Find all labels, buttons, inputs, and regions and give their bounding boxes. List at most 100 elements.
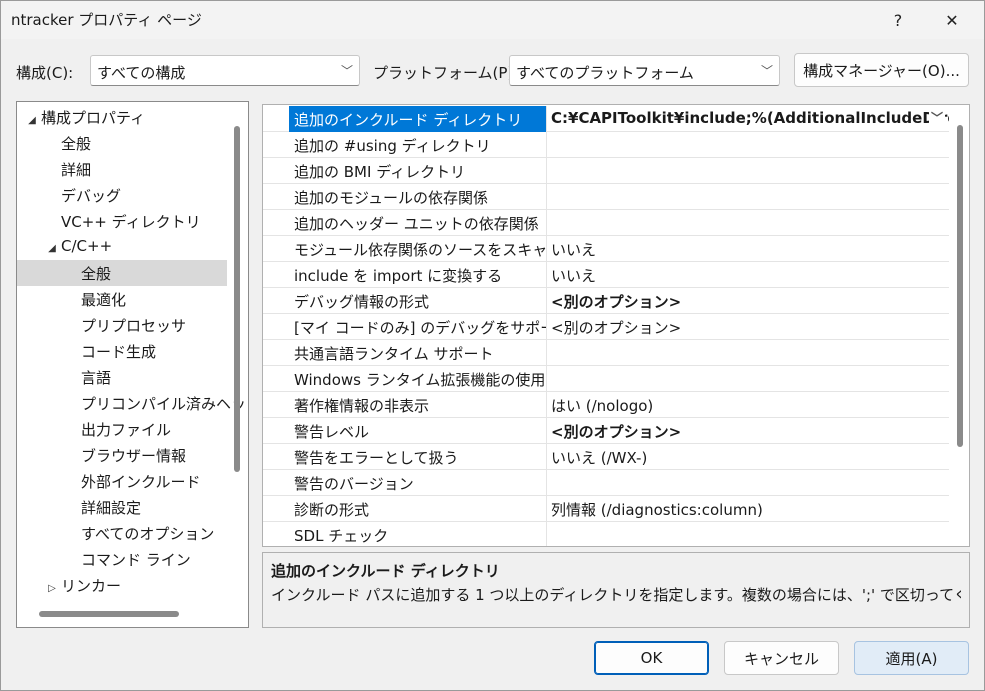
apply-button[interactable]: 適用(A)	[854, 641, 969, 675]
tree-item[interactable]: 言語	[17, 364, 227, 390]
tree-item[interactable]: ▷ リンカー	[17, 572, 227, 598]
collapse-arrow-icon[interactable]: ◢	[43, 243, 61, 254]
tree-item-label: コマンド ライン	[81, 551, 191, 569]
tree-item[interactable]: すべてのオプション	[17, 520, 227, 546]
property-row[interactable]: デバッグ情報の形式 <別のオプション>	[263, 288, 949, 314]
property-value[interactable]	[547, 210, 949, 236]
property-value[interactable]	[547, 522, 949, 546]
property-value[interactable]: はい (/nologo)	[547, 392, 949, 418]
property-name: 警告をエラーとして扱う	[289, 444, 547, 470]
property-value[interactable]	[547, 340, 949, 366]
property-value[interactable]: <別のオプション>	[547, 288, 949, 314]
tree-item[interactable]: 全般	[17, 260, 227, 286]
expand-arrow-icon[interactable]: ▷	[43, 583, 61, 594]
property-value[interactable]	[547, 158, 949, 184]
platform-select-value: すべてのプラットフォーム	[516, 64, 694, 82]
property-row[interactable]: 追加のヘッダー ユニットの依存関係	[263, 210, 949, 236]
title-bar: ntracker プロパティ ページ ? ✕	[1, 1, 984, 39]
property-value[interactable]: C:¥CAPIToolkit¥include;%(AdditionalInclu…	[547, 106, 949, 132]
tree-item[interactable]: 出力ファイル	[17, 416, 227, 442]
property-row[interactable]: モジュール依存関係のソースをスキャンすいいえ	[263, 236, 949, 262]
tree-item-label: ブラウザー情報	[81, 447, 187, 465]
platform-label: プラットフォーム(P):	[373, 64, 519, 82]
tree-item[interactable]: 詳細	[17, 156, 227, 182]
property-name: SDL チェック	[289, 522, 547, 546]
property-value[interactable]	[547, 184, 949, 210]
tree-item-label: VC++ ディレクトリ	[61, 213, 201, 231]
tree-item[interactable]: デバッグ	[17, 182, 227, 208]
tree-item[interactable]: コマンド ライン	[17, 546, 227, 572]
property-value[interactable]: いいえ	[547, 236, 949, 262]
property-row[interactable]: Windows ランタイム拡張機能の使用	[263, 366, 949, 392]
chevron-down-icon: ﹀	[760, 64, 773, 78]
property-row[interactable]: [マイ コードのみ] のデバッグをサポートす<別のオプション>	[263, 314, 949, 340]
cancel-button[interactable]: キャンセル	[724, 641, 839, 675]
property-row[interactable]: SDL チェック	[263, 522, 949, 546]
property-grid[interactable]: 追加のインクルード ディレクトリ C:¥CAPIToolkit¥include;%…	[262, 104, 970, 547]
property-name: 警告のバージョン	[289, 470, 547, 496]
property-row[interactable]: include を import に変換する いいえ	[263, 262, 949, 288]
tree-item[interactable]: 最適化	[17, 286, 227, 312]
property-row[interactable]: 警告をエラーとして扱う いいえ (/WX-)	[263, 444, 949, 470]
property-row[interactable]: 追加の #using ディレクトリ	[263, 132, 949, 158]
property-row[interactable]: 追加の BMI ディレクトリ	[263, 158, 949, 184]
tree-item[interactable]: プリコンパイル済みヘッ	[17, 390, 246, 416]
chevron-down-icon[interactable]: ﹀	[929, 109, 945, 128]
chevron-down-icon: ﹀	[340, 64, 353, 78]
tree-item[interactable]: 詳細設定	[17, 494, 227, 520]
close-button[interactable]: ✕	[929, 1, 975, 39]
property-value[interactable]: いいえ (/WX-)	[547, 444, 949, 470]
tree-item[interactable]: プリプロセッサ	[17, 312, 227, 338]
tree-item-label: 全般	[81, 265, 112, 283]
property-row[interactable]: 警告レベル <別のオプション>	[263, 418, 949, 444]
tree-vertical-scrollbar[interactable]	[234, 126, 240, 472]
configuration-manager-button[interactable]: 構成マネージャー(O)...	[794, 53, 969, 87]
tree-item[interactable]: ◢ C/C++	[17, 234, 227, 260]
property-value-text: <別のオプション>	[551, 319, 682, 337]
property-row[interactable]: 著作権情報の非表示 はい (/nologo)	[263, 392, 949, 418]
description-panel: 追加のインクルード ディレクトリ インクルード パスに追加する 1 つ以上のディ…	[262, 552, 970, 628]
property-row[interactable]: 警告のバージョン	[263, 470, 949, 496]
collapse-arrow-icon[interactable]: ◢	[23, 115, 41, 126]
tree-item[interactable]: ◢ 構成プロパティ	[17, 104, 227, 130]
tree-horizontal-scrollbar[interactable]	[39, 611, 179, 617]
help-button[interactable]: ?	[875, 1, 921, 39]
tree-item-label: すべてのオプション	[81, 525, 215, 543]
property-row[interactable]: 追加のインクルード ディレクトリ C:¥CAPIToolkit¥include;%…	[263, 106, 949, 132]
ok-button[interactable]: OK	[594, 641, 709, 675]
tree-item[interactable]: ブラウザー情報	[17, 442, 227, 468]
property-value[interactable]	[547, 366, 949, 392]
grid-vertical-scrollbar[interactable]	[957, 125, 963, 447]
tree-item-label: C/C++	[61, 237, 113, 255]
property-value[interactable]: いいえ	[547, 262, 949, 288]
configuration-row: 構成(C): すべての構成 ﹀ プラットフォーム(P): すべてのプラットフォー…	[1, 53, 984, 87]
tree-item-label: 出力ファイル	[81, 421, 172, 439]
description-title: 追加のインクルード ディレクトリ	[271, 562, 500, 580]
property-value[interactable]	[547, 132, 949, 158]
property-name: デバッグ情報の形式	[289, 288, 547, 314]
tree-item-label: 構成プロパティ	[41, 109, 146, 127]
tree-item[interactable]: 外部インクルード	[17, 468, 227, 494]
tree-item[interactable]: コード生成	[17, 338, 227, 364]
tree-item[interactable]: 全般	[17, 130, 227, 156]
property-name: 警告レベル	[289, 418, 547, 444]
property-value[interactable]	[547, 470, 949, 496]
platform-select[interactable]: すべてのプラットフォーム ﹀	[509, 55, 780, 86]
tree-item-label: 全般	[61, 135, 92, 153]
property-value-text: <別のオプション>	[551, 423, 682, 441]
property-name: 著作権情報の非表示	[289, 392, 547, 418]
property-row[interactable]: 共通言語ランタイム サポート	[263, 340, 949, 366]
tree-item-label: 詳細設定	[81, 499, 142, 517]
property-value[interactable]: <別のオプション>	[547, 418, 949, 444]
property-name: 追加のインクルード ディレクトリ	[289, 106, 547, 132]
property-row[interactable]: 追加のモジュールの依存関係	[263, 184, 949, 210]
property-tree[interactable]: ◢ 構成プロパティ 全般 詳細 デバッグ VC++ ディレクトリ ◢ C/C++ 全般 最適化 プリ…	[16, 101, 249, 628]
property-value[interactable]: 列情報 (/diagnostics:column)	[547, 496, 949, 522]
property-value[interactable]: <別のオプション>	[547, 314, 949, 340]
configuration-select[interactable]: すべての構成 ﹀	[90, 55, 360, 86]
tree-item[interactable]: VC++ ディレクトリ	[17, 208, 227, 234]
tree-item-label: 詳細	[61, 161, 92, 179]
property-row[interactable]: 診断の形式 列情報 (/diagnostics:column)	[263, 496, 949, 522]
property-value-text: 列情報 (/diagnostics:column)	[551, 501, 763, 519]
property-value-text: はい (/nologo)	[551, 397, 654, 415]
